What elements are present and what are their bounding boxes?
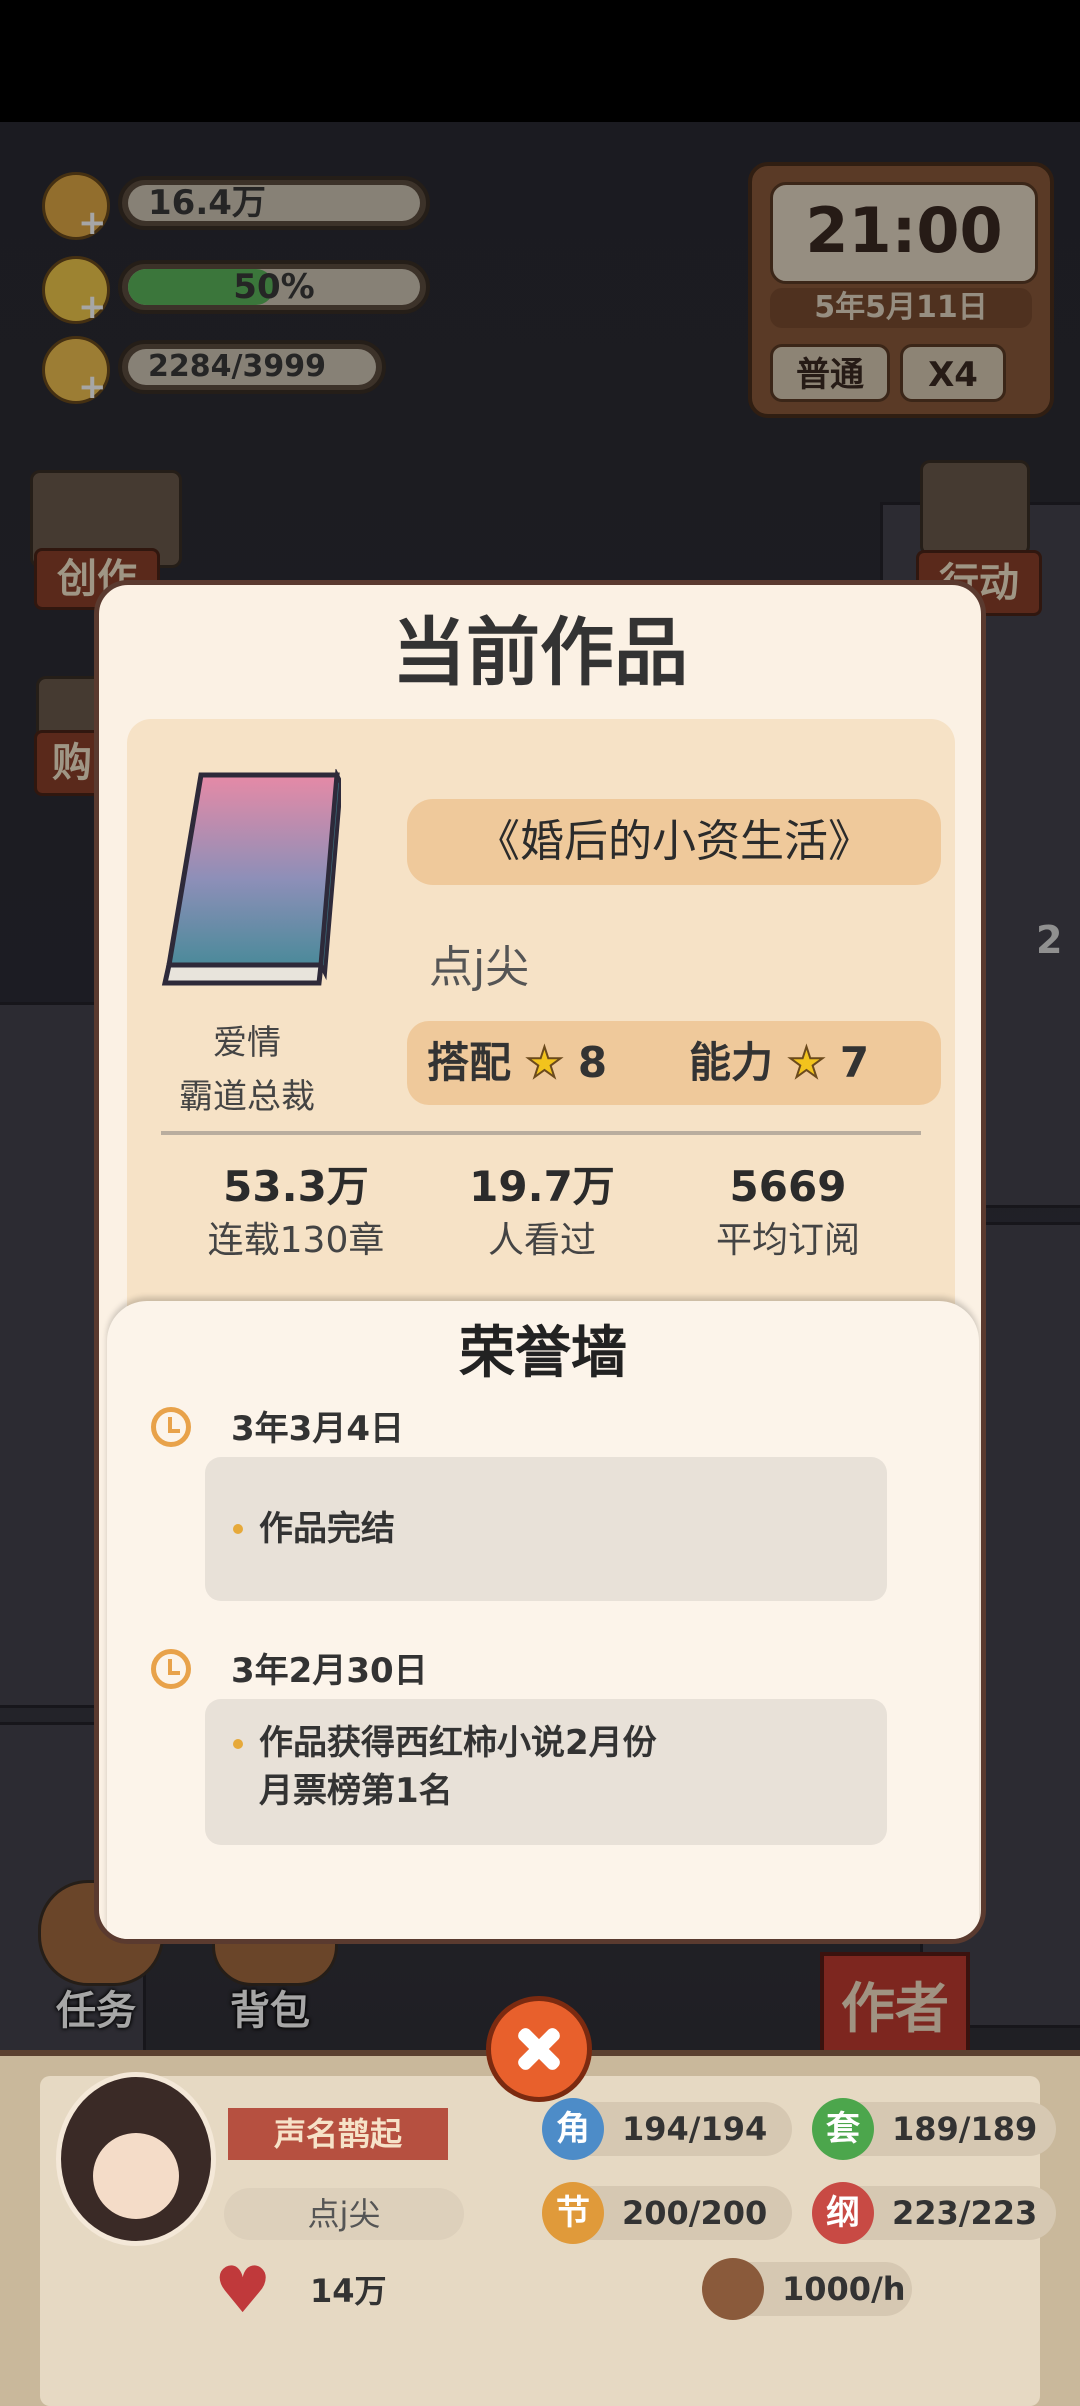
genre-primary: 爱情 [213, 1023, 281, 1063]
honor-title: 荣誉墙 [459, 1321, 627, 1386]
jiao-stat: 角 194/194 [542, 2098, 792, 2160]
star-icon: ★ [787, 1037, 827, 1088]
stat-words: 53.3万 连载130章 [171, 1159, 421, 1267]
avatar[interactable] [56, 2072, 216, 2246]
book-cover-icon [161, 769, 341, 986]
stat-label: 人看过 [487, 1220, 596, 1261]
stat-label: 连载130章 [207, 1220, 385, 1261]
honor-date: 3年2月30日 [231, 1651, 428, 1691]
honor-date: 3年3月4日 [231, 1409, 404, 1449]
tao-value: 189/189 [892, 2110, 1038, 2148]
player-name: 点j尖 [224, 2188, 464, 2240]
scroll-icon [702, 2258, 764, 2320]
honor-entry: 作品获得西红柿小说2月份 月票榜第1名 [205, 1699, 887, 1845]
honor-text: 作品获得西红柿小说2月份 月票榜第1名 [259, 1723, 657, 1811]
gang-stat: 纲 223/223 [812, 2182, 1056, 2244]
gang-icon: 纲 [812, 2182, 874, 2244]
star-icon: ★ [525, 1037, 565, 1088]
rate-value: 1000/h [782, 2270, 906, 2308]
ratings-pill: 搭配 ★ 8 能力 ★ 7 [407, 1021, 941, 1105]
honor-entry: 作品完结 [205, 1457, 887, 1601]
match-label: 搭配 [427, 1038, 512, 1087]
honor-text: 作品完结 [259, 1509, 395, 1549]
ability-stars: 7 [839, 1038, 870, 1087]
stat-value: 19.7万 [469, 1162, 615, 1211]
likes-count: 14万 [310, 2272, 387, 2310]
current-work-dialog: 当前作品 爱情 霸道总裁 《婚后的小资生活》 点j尖 搭配 ★ 8 能力 ★ 7… [94, 580, 986, 1944]
work-info-card: 爱情 霸道总裁 《婚后的小资生活》 点j尖 搭配 ★ 8 能力 ★ 7 53.3… [127, 719, 955, 1329]
clock-icon [151, 1407, 191, 1447]
jie-icon: 节 [542, 2182, 604, 2244]
jiao-value: 194/194 [622, 2110, 768, 2148]
gang-value: 223/223 [892, 2194, 1038, 2232]
divider [161, 1131, 921, 1135]
match-stars: 8 [577, 1038, 608, 1087]
rate-stat: 1000/h [702, 2258, 912, 2320]
ability-label: 能力 [689, 1038, 774, 1087]
heart-icon: ♥ [214, 2254, 272, 2328]
stat-value: 5669 [729, 1162, 847, 1211]
stat-subscriptions: 5669 平均订阅 [663, 1159, 913, 1267]
book-author: 点j尖 [429, 942, 530, 993]
stat-readers: 19.7万 人看过 [417, 1159, 667, 1267]
jie-stat: 节 200/200 [542, 2182, 792, 2244]
tao-stat: 套 189/189 [812, 2098, 1056, 2160]
title-banner: 声名鹊起 [228, 2108, 448, 2160]
jiao-icon: 角 [542, 2098, 604, 2160]
stat-label: 平均订阅 [715, 1220, 860, 1261]
close-button[interactable] [486, 1996, 592, 2102]
clock-icon [151, 1649, 191, 1689]
genre-secondary: 霸道总裁 [179, 1077, 315, 1117]
bullet [233, 1524, 243, 1534]
book-title: 《婚后的小资生活》 [407, 799, 941, 885]
tao-icon: 套 [812, 2098, 874, 2160]
honor-wall: 荣誉墙 3年3月4日 作品完结 3年2月30日 作品获得西红柿小说2月份 月票榜… [107, 1301, 979, 1939]
dialog-title: 当前作品 [392, 610, 688, 696]
jie-value: 200/200 [622, 2194, 768, 2232]
bullet [233, 1739, 243, 1749]
stat-value: 53.3万 [223, 1162, 369, 1211]
